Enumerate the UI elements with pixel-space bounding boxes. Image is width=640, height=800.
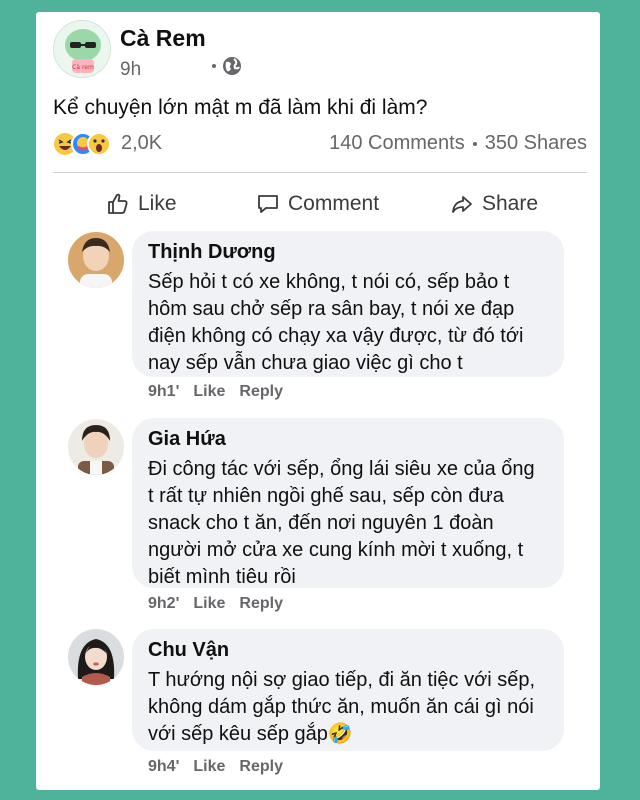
share-button[interactable]: Share [450, 184, 538, 224]
author-avatar-image: Cà rem [54, 21, 110, 77]
post-card: Cà rem Cà Rem 9h Kể chuyện lớn mật m đã … [36, 12, 600, 790]
commenter-avatar[interactable] [68, 232, 124, 288]
comment-bubble: Gia Hứa Đi công tác với sếp, ổng lái siê… [132, 418, 564, 588]
action-bar: Like Comment Share [36, 184, 600, 224]
reaction-count[interactable]: 2,0K [121, 132, 162, 155]
comment-bubble-icon [258, 195, 278, 213]
comment-time[interactable]: 9h4' [148, 758, 179, 776]
comment-text: Sếp hỏi t có xe không, t nói có, sếp bảo… [148, 269, 548, 377]
separator-dot [212, 64, 216, 68]
wow-react-icon [87, 132, 111, 156]
post-timestamp[interactable]: 9h [120, 59, 141, 81]
comment-bubble: Thịnh Dương Sếp hỏi t có xe không, t nói… [132, 231, 564, 377]
reaction-icons[interactable] [53, 131, 113, 157]
share-label: Share [482, 192, 539, 215]
comment-line: không dám gắp thức ăn, muốn ăn cái gì nó… [148, 696, 534, 718]
comment-line: với sếp kêu sếp gắp🤣 [148, 723, 353, 745]
comment-bubble: Chu Vận T hướng nội sợ giao tiếp, đi ăn … [132, 629, 564, 751]
globe-icon[interactable] [222, 56, 242, 76]
comment-like-button[interactable]: Like [193, 383, 225, 401]
commenter-name[interactable]: Gia Hứa [148, 428, 548, 451]
divider [53, 172, 587, 173]
comment-label: Comment [288, 192, 380, 215]
reaction-icons-group [54, 132, 111, 156]
comment-line: snack cho t ăn, đến nơi nguyên 1 đoàn [148, 512, 494, 534]
commenter-avatar[interactable] [68, 419, 124, 475]
commenter-name[interactable]: Thịnh Dương [148, 241, 548, 264]
comment-line: Đi công tác với sếp, ổng lái siêu xe của… [148, 458, 535, 480]
comment-meta: 9h2' Like Reply [148, 595, 283, 613]
commenter-avatar-image [68, 419, 124, 475]
comment-text: Đi công tác với sếp, ổng lái siêu xe của… [148, 456, 548, 591]
comment-line: nay sếp vẫn chưa giao việc gì cho t [148, 352, 463, 374]
commenter-name[interactable]: Chu Vận [148, 639, 548, 662]
like-button[interactable]: Like [106, 184, 177, 224]
commenter-avatar-image [68, 232, 124, 288]
comment-like-button[interactable]: Like [193, 758, 225, 776]
separator-dot [472, 141, 477, 146]
comment-reply-button[interactable]: Reply [239, 758, 283, 776]
comment-text: T hướng nội sợ giao tiếp, đi ăn tiệc với… [148, 667, 548, 748]
comment-line: Sếp hỏi t có xe không, t nói có, sếp bảo… [148, 271, 510, 293]
comment-time[interactable]: 9h1' [148, 383, 179, 401]
post-text: Kể chuyện lớn mật m đã làm khi đi làm? [53, 96, 428, 119]
comment-reply-button[interactable]: Reply [239, 595, 283, 613]
commenter-avatar-image [68, 629, 124, 685]
commenter-avatar[interactable] [68, 629, 124, 685]
comment-like-button[interactable]: Like [193, 595, 225, 613]
author-avatar[interactable]: Cà rem [53, 20, 111, 78]
svg-text:Cà rem: Cà rem [72, 64, 94, 71]
comment-line: T hướng nội sợ giao tiếp, đi ăn tiệc với… [148, 669, 536, 691]
comment-meta: 9h4' Like Reply [148, 758, 283, 776]
share-arrow-icon [452, 196, 472, 213]
like-label: Like [138, 192, 177, 215]
shares-count[interactable]: 350 Shares [485, 132, 587, 154]
comment-line: hôm sau chở sếp ra sân bay, t nói xe đạp [148, 298, 515, 320]
comments-count[interactable]: 140 Comments [329, 132, 465, 154]
comment-meta: 9h1' Like Reply [148, 383, 283, 401]
post-stats: 140 Comments 350 Shares [329, 132, 587, 155]
comment-line: người mở cửa xe cung kính mời t xuống, t [148, 539, 524, 561]
comment-time[interactable]: 9h2' [148, 595, 179, 613]
thumbs-up-icon [108, 193, 128, 214]
comment-line: điện không có chạy xa vậy được, từ đó tớ… [148, 325, 524, 347]
author-name[interactable]: Cà Rem [120, 25, 206, 52]
comment-line: biết mình tiêu rồi [148, 566, 296, 588]
comment-reply-button[interactable]: Reply [239, 383, 283, 401]
comment-line: t rất tự nhiên ngồi ghế sau, sếp còn đưa [148, 485, 504, 507]
comment-button[interactable]: Comment [256, 184, 379, 224]
